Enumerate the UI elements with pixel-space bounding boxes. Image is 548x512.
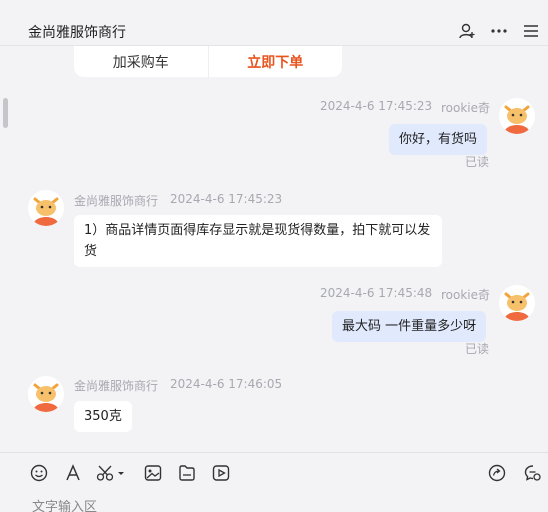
message-sender: 金尚雅服饰商行: [74, 194, 159, 208]
avatar[interactable]: [499, 98, 535, 134]
file-icon[interactable]: [176, 462, 198, 484]
scissors-icon[interactable]: [96, 462, 126, 484]
message-time: 2024-4-6 17:45:48: [320, 286, 433, 300]
menu-icon[interactable]: [520, 20, 542, 42]
quick-reply-icon[interactable]: [486, 462, 508, 484]
avatar[interactable]: [28, 190, 64, 226]
font-icon[interactable]: [62, 462, 84, 484]
avatar[interactable]: [499, 285, 535, 321]
message-time: 2024-4-6 17:45:23: [170, 192, 283, 206]
message-time: 2024-4-6 17:45:23: [320, 99, 433, 113]
message-sender: rookie奇: [441, 101, 491, 115]
message-time: 2024-4-6 17:46:05: [170, 377, 283, 391]
image-icon[interactable]: [142, 462, 164, 484]
buy-now-button[interactable]: 立即下单: [209, 46, 343, 77]
read-status: 已读: [465, 155, 490, 169]
more-icon[interactable]: [488, 20, 510, 42]
message-sender: 金尚雅服饰商行: [74, 379, 159, 393]
message-bubble: 最大码 一件重量多少呀: [332, 311, 487, 342]
input-toolbar: [0, 452, 548, 490]
message-sender: rookie奇: [441, 288, 491, 302]
scrollbar-thumb[interactable]: [3, 98, 8, 128]
add-contact-icon[interactable]: [456, 20, 478, 42]
chat-title: 金尚雅服饰商行: [28, 25, 126, 41]
chat-header: 金尚雅服饰商行: [0, 0, 548, 46]
video-icon[interactable]: [210, 462, 232, 484]
message-bubble: 你好，有货吗: [389, 124, 488, 155]
order-card: 加采购车 立即下单: [74, 46, 342, 77]
header-actions: [456, 20, 542, 42]
chat-settings-icon[interactable]: [522, 462, 544, 484]
message-bubble: 1）商品详情页面得库存显示就是现货得数量，拍下就可以发货: [74, 215, 442, 267]
emoji-icon[interactable]: [28, 462, 50, 484]
message-bubble: 350克: [74, 401, 132, 432]
read-status: 已读: [465, 342, 490, 356]
avatar[interactable]: [28, 376, 64, 412]
message-input[interactable]: 文字输入区: [32, 496, 97, 512]
add-to-cart-button[interactable]: 加采购车: [74, 46, 209, 77]
